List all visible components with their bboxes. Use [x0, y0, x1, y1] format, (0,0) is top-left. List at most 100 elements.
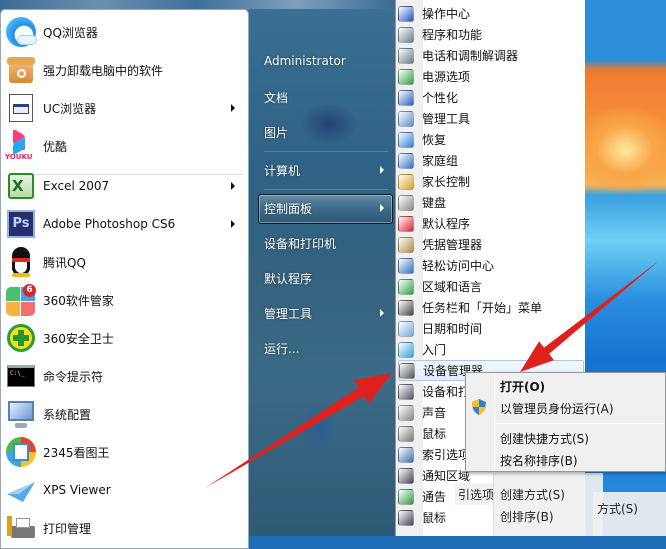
program-item[interactable]: 打印管理 — [5, 510, 245, 546]
badge-count: 6 — [23, 284, 36, 297]
control-panel-item[interactable]: 程序和功能 — [398, 24, 584, 45]
program-item[interactable]: YOUKU 优酷 — [5, 128, 245, 164]
control-panel-item-label: 区域和语言 — [422, 280, 483, 294]
control-panel-item[interactable]: 键盘 — [398, 192, 584, 213]
control-panel-item[interactable]: 管理工具 — [398, 108, 584, 129]
control-panel-item[interactable]: 默认程序 — [398, 213, 584, 234]
control-panel-item-label: 通告 — [422, 490, 447, 504]
control-panel-item-label: 鼠标 — [422, 427, 447, 441]
excel-icon: X — [5, 170, 37, 202]
program-item[interactable]: QQ浏览器 — [5, 14, 245, 50]
control-panel-item[interactable]: 任务栏和「开始」菜单 — [398, 297, 584, 318]
context-menu-sort-by-name[interactable]: 按名称排序(B) — [500, 452, 578, 469]
program-label: UC浏览器 — [43, 101, 97, 116]
region-language-icon — [398, 278, 414, 295]
program-label: XPS Viewer — [43, 483, 111, 497]
context-menu-gutter — [494, 375, 495, 471]
uac-shield-icon — [472, 399, 486, 415]
places-label: 图片 — [264, 126, 289, 140]
start-menu-places-panel: Administrator 文档 图片 计算机 控制面板 设备和打印机 默认程序… — [249, 9, 395, 536]
360-security-icon — [5, 322, 37, 354]
ghost-text: 引选项 — [458, 488, 495, 502]
phone-modem-icon — [398, 47, 414, 64]
program-item[interactable]: 系统配置 — [5, 396, 245, 432]
personalization-icon — [398, 89, 414, 106]
date-time-icon — [398, 320, 414, 337]
program-item[interactable]: 腾讯QQ — [5, 244, 245, 280]
places-label: 文档 — [264, 91, 289, 105]
places-separator — [264, 189, 388, 190]
xps-viewer-icon — [5, 474, 37, 506]
control-panel-item-label: 设备和打 — [422, 385, 471, 399]
places-item-documents[interactable]: 文档 — [264, 89, 288, 106]
program-label: 360安全卫士 — [43, 331, 114, 346]
keyboard-icon — [398, 194, 414, 211]
taskbar-start-menu-icon — [398, 299, 414, 316]
default-programs-icon — [398, 215, 414, 232]
program-item[interactable]: C:\_ 命令提示符 — [5, 358, 245, 394]
places-label: Administrator — [264, 54, 346, 68]
photoshop-icon: Ps — [5, 208, 37, 240]
places-item-default-programs[interactable]: 默认程序 — [264, 270, 312, 287]
credential-manager-icon — [398, 236, 414, 253]
context-menu-create-shortcut[interactable]: 创建快捷方式(S) — [500, 430, 589, 447]
ease-of-access-icon — [398, 257, 414, 274]
program-item[interactable]: 6 360软件管家 — [5, 282, 245, 318]
ghost-text: 方式(S) — [597, 502, 638, 516]
control-panel-item[interactable]: 恢复 — [398, 129, 584, 150]
control-panel-item[interactable]: 操作中心 — [398, 3, 584, 24]
submenu-arrow-icon — [380, 204, 384, 212]
places-item-run[interactable]: 运行... — [264, 340, 299, 357]
program-item[interactable]: 2345看图王 — [5, 434, 245, 470]
context-menu-run-as-admin[interactable]: 以管理员身份运行(A) — [500, 400, 614, 417]
control-panel-item[interactable]: 个性化 — [398, 87, 584, 108]
power-options-icon — [398, 68, 414, 85]
control-panel-item-label: 轻松访问中心 — [422, 259, 495, 273]
context-menu-open[interactable]: 打开(O) — [500, 378, 545, 395]
submenu-arrow-icon — [380, 166, 384, 174]
control-panel-item[interactable]: 家长控制 — [398, 171, 584, 192]
menu-label: 创建快捷方式(S) — [500, 432, 589, 446]
submenu-arrow-icon — [231, 220, 235, 228]
places-item-control-panel[interactable]: 控制面板 — [264, 200, 388, 217]
control-panel-item-label: 默认程序 — [422, 217, 471, 231]
monitor-icon — [398, 509, 414, 526]
places-label: 计算机 — [264, 164, 301, 178]
print-management-icon — [5, 512, 37, 544]
control-panel-item[interactable]: 轻松访问中心 — [398, 255, 584, 276]
program-item[interactable]: Ps Adobe Photoshop CS6 — [5, 206, 245, 242]
qq-penguin-icon — [5, 246, 37, 278]
program-item[interactable]: X Excel 2007 — [5, 168, 245, 204]
submenu-arrow-icon — [231, 182, 235, 190]
control-panel-item[interactable]: 日期和时间 — [398, 318, 584, 339]
user-name-link[interactable]: Administrator — [264, 54, 346, 68]
control-panel-item[interactable]: 电话和调制解调器 — [398, 45, 584, 66]
places-label: 设备和打印机 — [264, 237, 337, 251]
control-panel-item-label: 通知区域 — [422, 469, 471, 483]
control-panel-item-label: 鼠标 — [422, 511, 447, 525]
control-panel-item[interactable]: 区域和语言 — [398, 276, 584, 297]
program-item[interactable]: 强力卸载电脑中的软件 — [5, 52, 245, 88]
control-panel-item[interactable]: 凭据管理器 — [398, 234, 584, 255]
program-label: QQ浏览器 — [43, 25, 98, 40]
control-panel-item-label: 凭据管理器 — [422, 238, 483, 252]
places-item-pictures[interactable]: 图片 — [264, 124, 288, 141]
places-item-computer[interactable]: 计算机 — [264, 162, 388, 179]
program-label: 系统配置 — [43, 407, 92, 422]
sound-icon — [398, 404, 414, 421]
places-item-admin-tools[interactable]: 管理工具 — [264, 305, 388, 322]
control-panel-item-label: 个性化 — [422, 91, 459, 105]
control-panel-item[interactable]: 电源选项 — [398, 66, 584, 87]
control-panel-item-label: 入门 — [422, 343, 447, 357]
submenu-arrow-icon — [231, 104, 235, 112]
program-label: 360软件管家 — [43, 293, 114, 308]
program-item[interactable]: XPS Viewer — [5, 472, 245, 508]
program-label: 2345看图王 — [43, 445, 110, 460]
program-item[interactable]: UC浏览器 — [5, 90, 245, 126]
control-panel-item[interactable]: 入门 — [398, 339, 584, 360]
cmd-prompt-text: C:\_ — [7, 365, 35, 387]
program-label: Excel 2007 — [43, 179, 110, 193]
control-panel-item[interactable]: 家庭组 — [398, 150, 584, 171]
program-item[interactable]: 360安全卫士 — [5, 320, 245, 356]
places-item-devices-printers[interactable]: 设备和打印机 — [264, 235, 336, 252]
